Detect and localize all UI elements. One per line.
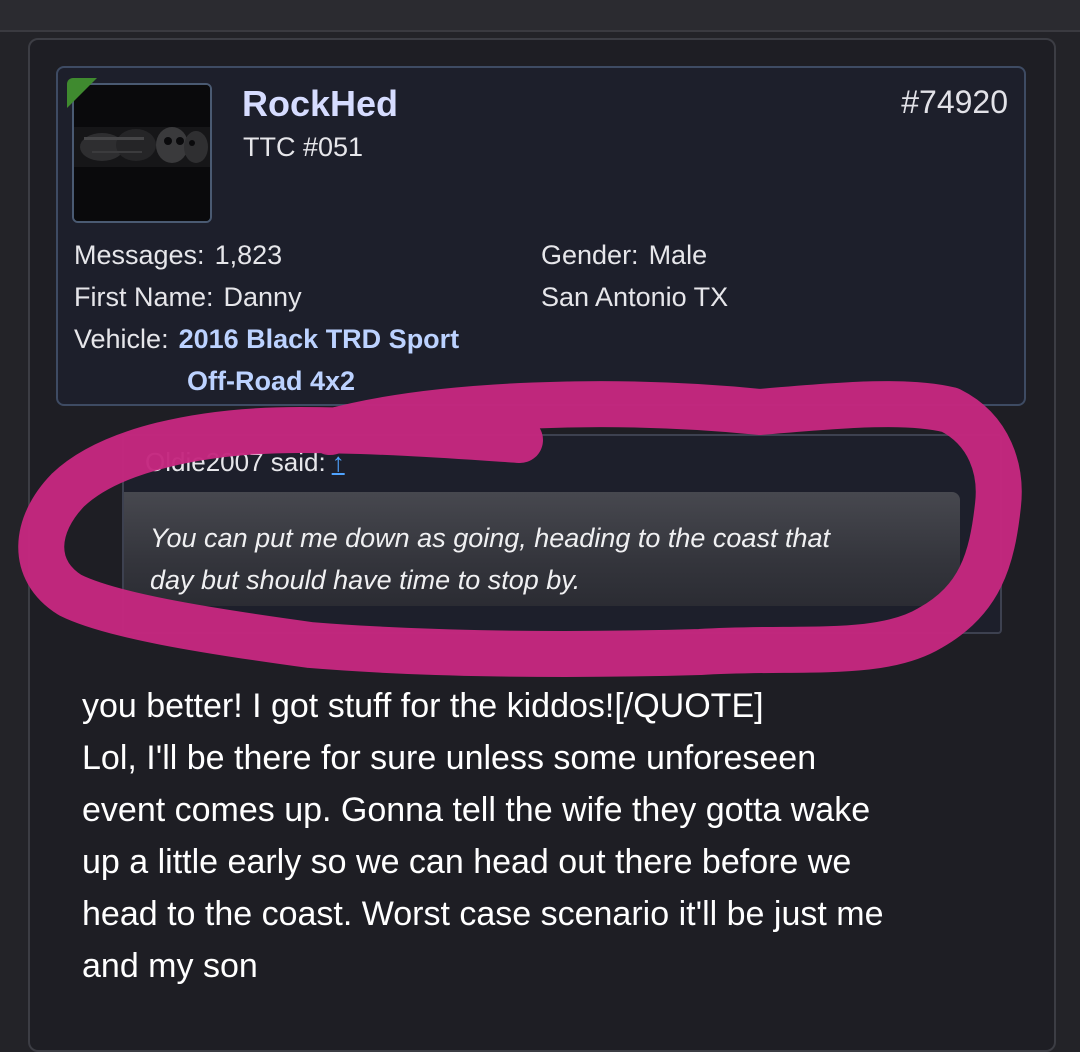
top-bar xyxy=(0,0,1080,32)
message-body: you better! I got stuff for the kiddos![… xyxy=(82,680,1022,992)
quote-text: You can put me down as going, heading to… xyxy=(150,517,940,601)
gender-label: Gender: xyxy=(541,240,639,270)
first-name-stat: First Name: Danny xyxy=(74,280,302,314)
message-line: and my son xyxy=(82,947,258,985)
quote-text-line: You can put me down as going, heading to… xyxy=(150,523,830,553)
vehicle-link-continued[interactable]: Off-Road 4x2 xyxy=(187,364,355,398)
quote-text-line: day but should have time to stop by. xyxy=(150,565,581,595)
quote-author: Oldie2007 said: xyxy=(145,447,326,477)
messages-label: Messages: xyxy=(74,240,205,270)
quote-attribution: Oldie2007 said: ↑ xyxy=(145,445,345,479)
username[interactable]: RockHed xyxy=(242,82,398,126)
first-name-value: Danny xyxy=(223,282,302,312)
message-line: you better! I got stuff for the kiddos![… xyxy=(82,687,764,725)
message-line: up a little early so we can head out the… xyxy=(82,843,852,881)
messages-stat: Messages: 1,823 xyxy=(74,238,282,272)
online-indicator xyxy=(67,78,97,108)
message-line: Lol, I'll be there for sure unless some … xyxy=(82,739,817,777)
vehicle-link[interactable]: 2016 Black TRD Sport xyxy=(179,324,460,354)
gender-stat: Gender: Male xyxy=(541,238,707,272)
user-title: TTC #051 xyxy=(243,132,364,162)
messages-value: 1,823 xyxy=(214,240,283,270)
location-stat: San Antonio TX xyxy=(541,282,729,312)
message-line: event comes up. Gonna tell the wife they… xyxy=(82,791,871,829)
vehicle-stat: Vehicle: 2016 Black TRD Sport xyxy=(74,322,459,356)
jump-to-quote-icon[interactable]: ↑ xyxy=(332,447,345,477)
gender-value: Male xyxy=(648,240,708,270)
post-number-link[interactable]: #74920 xyxy=(901,82,1008,122)
message-line: head to the coast. Worst case scenario i… xyxy=(82,895,884,933)
first-name-label: First Name: xyxy=(74,282,214,312)
vehicle-label: Vehicle: xyxy=(74,324,169,354)
